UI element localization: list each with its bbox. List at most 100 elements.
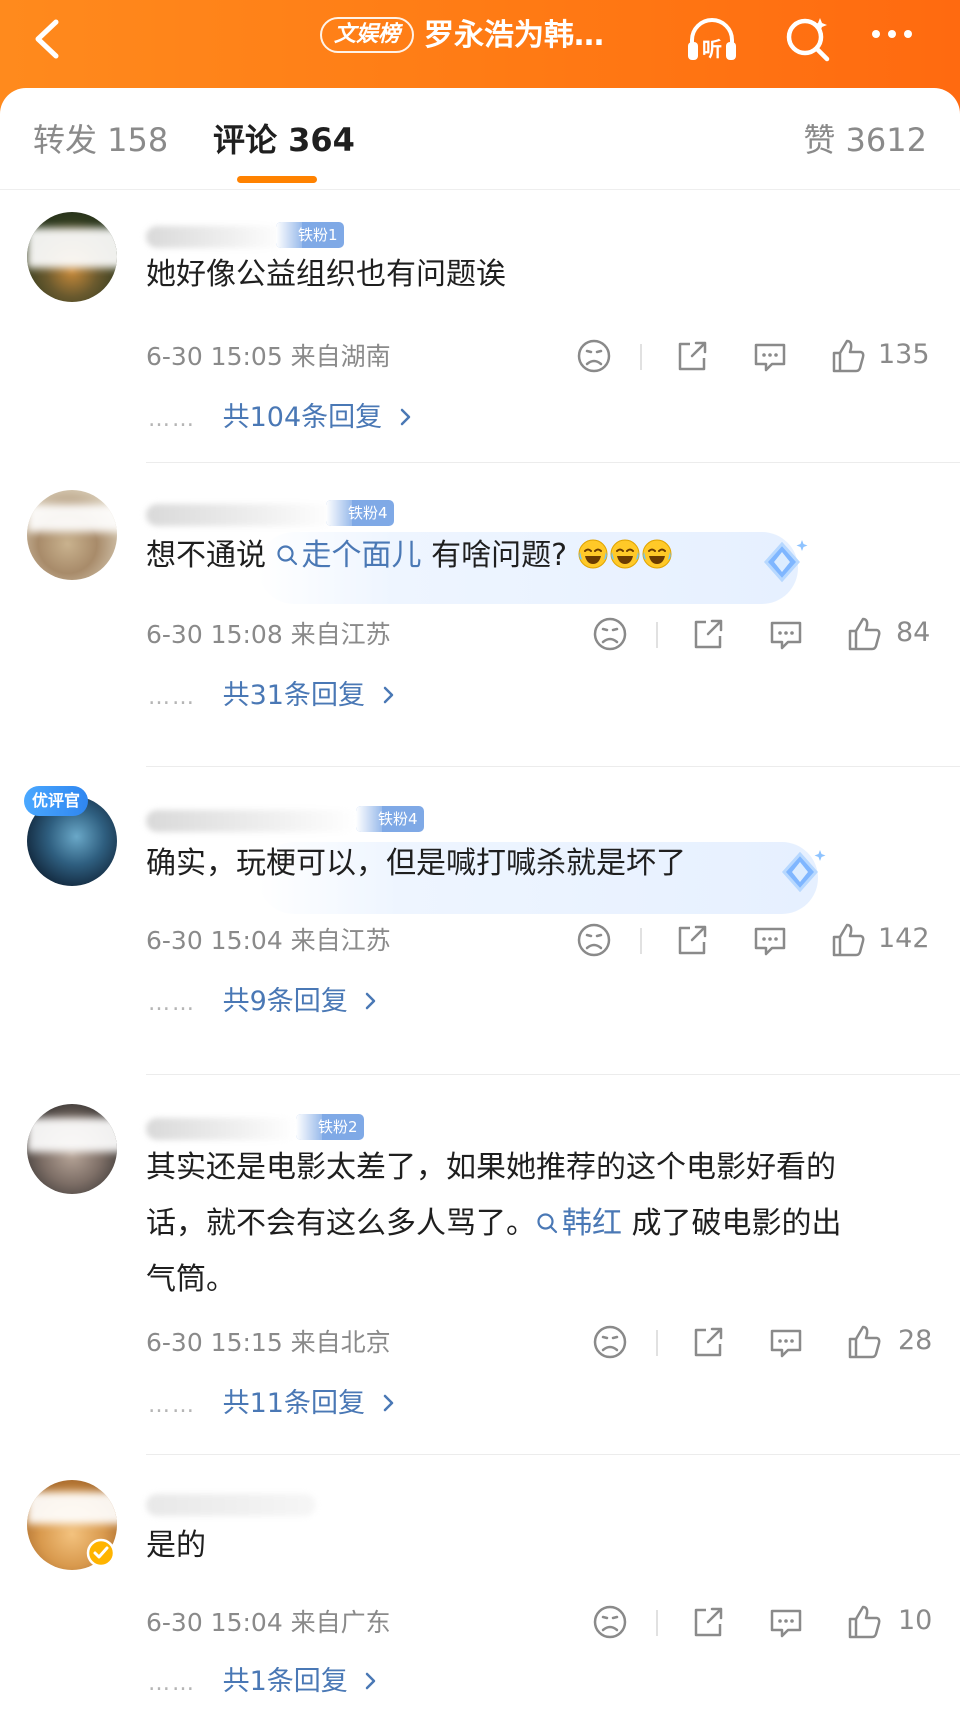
comment-meta: 6-30 15:08 来自江苏 bbox=[146, 620, 391, 649]
username-blurred[interactable] bbox=[146, 1118, 296, 1140]
topic-link-text[interactable]: 韩红 bbox=[562, 1206, 622, 1241]
topic-link[interactable]: 走个面儿 bbox=[276, 538, 422, 573]
tab-comment[interactable]: 评论 364 bbox=[213, 118, 355, 162]
comment-text: 其实还是电影太差了，如果她推荐的这个电影好看的 话，就不会有这么多人骂了。 韩红 … bbox=[146, 1140, 936, 1308]
comment-actions: 142 bbox=[574, 920, 934, 960]
laugh-cry-emoji bbox=[578, 539, 608, 569]
action-divider bbox=[640, 344, 642, 370]
fan-badge: 铁粉4 bbox=[326, 500, 394, 526]
dislike-icon[interactable] bbox=[574, 336, 614, 376]
comment-meta: 6-30 15:05 来自湖南 bbox=[146, 342, 391, 371]
comment-text: 想不通说 走个面儿 有啥问题? bbox=[146, 528, 673, 584]
avatar-badge-label: 优评官 bbox=[32, 791, 81, 810]
like-count: 142 bbox=[878, 923, 930, 954]
chevron-right-icon bbox=[383, 686, 393, 704]
like-icon[interactable] bbox=[844, 1602, 884, 1642]
dislike-icon[interactable] bbox=[590, 614, 630, 654]
view-replies-link[interactable]: 共104条回复 bbox=[223, 402, 383, 433]
reply-row[interactable]: …… 共1条回复 bbox=[148, 1664, 378, 1700]
dislike-icon[interactable] bbox=[574, 920, 614, 960]
like-icon[interactable] bbox=[844, 614, 884, 654]
action-divider bbox=[640, 928, 642, 954]
comment-divider bbox=[146, 462, 960, 463]
view-replies-link[interactable]: 共31条回复 bbox=[223, 680, 365, 711]
laugh-cry-emoji bbox=[610, 539, 640, 569]
view-replies-link[interactable]: 共11条回复 bbox=[223, 1388, 365, 1419]
avatar[interactable] bbox=[27, 490, 117, 580]
view-replies-link[interactable]: 共1条回复 bbox=[223, 1666, 348, 1697]
reply-row[interactable]: …… 共9条回复 bbox=[148, 984, 378, 1020]
username-blurred[interactable] bbox=[146, 810, 356, 832]
avatar[interactable] bbox=[27, 1104, 117, 1194]
like-icon[interactable] bbox=[844, 1322, 884, 1362]
tab-bar: 转发 158 评论 364 赞 3612 bbox=[0, 88, 960, 190]
share-icon[interactable] bbox=[688, 1322, 728, 1362]
share-icon[interactable] bbox=[688, 614, 728, 654]
comment-text-part: 成了破电影的出 bbox=[622, 1206, 842, 1241]
comment-meta: 6-30 15:04 来自江苏 bbox=[146, 926, 391, 955]
user-row[interactable]: 铁粉4 bbox=[146, 804, 546, 834]
reply-dots: …… bbox=[148, 991, 196, 1016]
topic-title[interactable]: 罗永浩为韩红... bbox=[424, 16, 624, 56]
chevron-right-icon bbox=[400, 408, 410, 426]
comment-divider bbox=[146, 766, 960, 767]
username-blurred[interactable] bbox=[146, 504, 336, 526]
reply-row[interactable]: …… 共11条回复 bbox=[148, 1386, 396, 1422]
comment-icon[interactable] bbox=[750, 920, 790, 960]
comment-icon[interactable] bbox=[766, 614, 806, 654]
comment-meta: 6-30 15:04 来自广东 bbox=[146, 1608, 391, 1637]
avatar-badge: 优评官 bbox=[24, 786, 89, 816]
reply-row[interactable]: …… 共104条回复 bbox=[148, 400, 413, 436]
fan-badge: 铁粉4 bbox=[356, 806, 424, 832]
user-row[interactable]: 铁粉4 bbox=[146, 498, 546, 528]
user-row[interactable] bbox=[146, 1488, 546, 1518]
comment-actions: 10 bbox=[590, 1602, 940, 1642]
fan-badge: 铁粉1 bbox=[276, 222, 344, 248]
tab-repost[interactable]: 转发 158 bbox=[33, 118, 168, 162]
reply-dots: …… bbox=[148, 685, 196, 710]
listen-icon[interactable]: 听 bbox=[684, 12, 740, 68]
topic-link[interactable]: 韩红 bbox=[536, 1206, 622, 1241]
avatar[interactable] bbox=[27, 212, 117, 302]
comment-text: 确实，玩梗可以，但是喊打喊杀就是坏了 bbox=[146, 846, 686, 881]
share-icon[interactable] bbox=[672, 336, 712, 376]
comment-icon[interactable] bbox=[766, 1602, 806, 1642]
topic-tag[interactable]: 文娱榜 bbox=[320, 17, 415, 53]
back-icon[interactable] bbox=[26, 14, 76, 64]
comment-text-part: 有啥问题? bbox=[421, 538, 568, 573]
more-icon[interactable] bbox=[866, 12, 922, 68]
share-icon[interactable] bbox=[688, 1602, 728, 1642]
comment-divider bbox=[146, 1074, 960, 1075]
comment-icon[interactable] bbox=[750, 336, 790, 376]
verified-badge-icon bbox=[86, 1538, 116, 1568]
reply-row[interactable]: …… 共31条回复 bbox=[148, 678, 396, 714]
share-icon[interactable] bbox=[672, 920, 712, 960]
chevron-right-icon bbox=[383, 1394, 393, 1412]
like-icon[interactable] bbox=[828, 920, 868, 960]
tab-like[interactable]: 赞 3612 bbox=[803, 118, 927, 162]
comment-meta: 6-30 15:15 来自北京 bbox=[146, 1328, 391, 1357]
comment-text-line: 话，就不会有这么多人骂了。 韩红 成了破电影的出 bbox=[146, 1196, 936, 1252]
diamond-sparkle-icon bbox=[781, 850, 826, 893]
comment-actions: 84 bbox=[590, 614, 940, 654]
user-row[interactable]: 铁粉1 bbox=[146, 220, 546, 250]
comment-actions: 28 bbox=[590, 1322, 940, 1362]
dislike-icon[interactable] bbox=[590, 1322, 630, 1362]
username-blurred[interactable] bbox=[146, 226, 286, 248]
dislike-icon[interactable] bbox=[590, 1602, 630, 1642]
like-count: 28 bbox=[898, 1325, 933, 1356]
action-divider bbox=[656, 1330, 658, 1356]
comment-icon[interactable] bbox=[766, 1322, 806, 1362]
user-row[interactable]: 铁粉2 bbox=[146, 1112, 546, 1142]
topic-link-text[interactable]: 走个面儿 bbox=[302, 538, 422, 573]
diamond-sparkle-icon bbox=[763, 540, 808, 583]
like-icon[interactable] bbox=[828, 336, 868, 376]
comment-text-line: 气筒。 bbox=[146, 1262, 236, 1297]
search-icon[interactable] bbox=[780, 12, 836, 68]
username-blurred[interactable] bbox=[146, 1494, 316, 1516]
like-count: 135 bbox=[878, 339, 930, 370]
svg-text:听: 听 bbox=[702, 37, 722, 61]
comment-text: 她好像公益组织也有问题诶 bbox=[146, 257, 506, 292]
view-replies-link[interactable]: 共9条回复 bbox=[223, 986, 348, 1017]
action-divider bbox=[656, 1610, 658, 1636]
